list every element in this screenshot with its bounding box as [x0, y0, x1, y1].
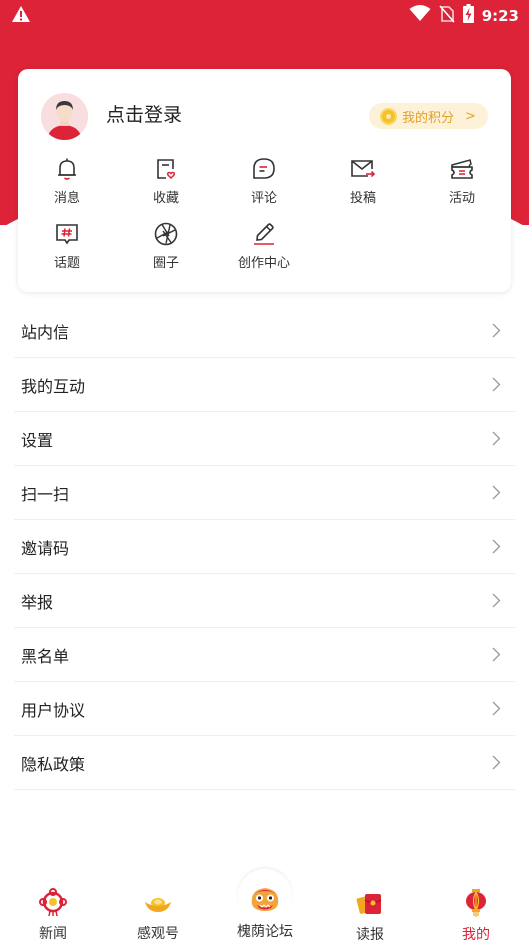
chevron-right-icon: [492, 539, 501, 558]
menu-item-user-agreement[interactable]: 用户协议: [14, 682, 515, 736]
no-sim-icon: [439, 4, 455, 27]
nav-label: 感观号: [137, 926, 179, 940]
avatar[interactable]: [41, 93, 88, 140]
menu-item-label: 用户协议: [21, 700, 86, 720]
chinese-knot-icon: [38, 888, 68, 920]
profile-card: 点击登录 我的积分 > 消息 收藏 评论 投稿 活动 话题 圈子 创作中心: [18, 69, 511, 292]
quick-action-events[interactable]: 活动: [427, 156, 497, 212]
menu-item-blacklist[interactable]: 黑名单: [14, 628, 515, 682]
chevron-right-icon: [492, 701, 501, 720]
menu-item-label: 隐私政策: [21, 754, 86, 774]
quick-action-topics[interactable]: 话题: [32, 221, 102, 277]
chevron-right-icon: [492, 647, 501, 666]
profile-screen: 9:23 点击登录 我的积分 > 消息 收藏 评论 投稿 活动 话题 圈子 创作…: [0, 0, 529, 940]
menu-item-privacy-policy[interactable]: 隐私政策: [14, 736, 515, 790]
gold-ingot-icon: [143, 892, 173, 920]
quick-action-creator-center[interactable]: 创作中心: [229, 221, 299, 277]
points-arrow: >: [465, 108, 476, 124]
status-time: 9:23: [481, 6, 519, 25]
aperture-icon: [153, 221, 179, 247]
menu-item-my-interactions[interactable]: 我的互动: [14, 358, 515, 412]
quick-action-label: 圈子: [152, 256, 179, 271]
ticket-icon: [449, 156, 475, 182]
chevron-right-icon: [492, 755, 501, 774]
comment-icon: [251, 156, 277, 182]
battery-charging-icon: [462, 4, 474, 27]
menu-item-report[interactable]: 举报: [14, 574, 515, 628]
nav-tab-mine[interactable]: 我的: [431, 888, 521, 940]
nav-tab-newspaper[interactable]: 读报: [325, 891, 415, 940]
chevron-right-icon: [492, 377, 501, 396]
quick-action-label: 消息: [53, 191, 80, 206]
mail-send-icon: [350, 156, 376, 182]
menu-item-label: 我的互动: [21, 376, 86, 396]
status-bar: 9:23: [0, 0, 529, 30]
nav-label: 读报: [356, 927, 384, 940]
menu-item-settings[interactable]: 设置: [14, 412, 515, 466]
quick-action-comments[interactable]: 评论: [229, 156, 299, 212]
quick-action-messages[interactable]: 消息: [32, 156, 102, 212]
quick-action-label: 评论: [250, 191, 277, 206]
menu-item-label: 黑名单: [21, 646, 70, 666]
quick-action-favorites[interactable]: 收藏: [131, 156, 201, 212]
nav-label: 新闻: [39, 926, 67, 940]
pencil-icon: [251, 221, 277, 247]
menu-item-label: 举报: [21, 592, 54, 612]
chevron-right-icon: [492, 323, 501, 342]
points-label: 我的积分: [402, 110, 455, 126]
menu-item-label: 扫一扫: [21, 484, 70, 504]
quick-action-label: 活动: [448, 191, 475, 206]
nav-tab-ganguan[interactable]: 感观号: [113, 892, 203, 940]
menu-item-label: 站内信: [21, 322, 70, 342]
coin-icon: [380, 107, 397, 125]
chevron-right-icon: [492, 431, 501, 450]
menu-item-invite-code[interactable]: 邀请码: [14, 520, 515, 574]
bell-icon: [54, 156, 80, 182]
wifi-icon: [409, 5, 431, 26]
lion-dance-icon: [248, 884, 282, 918]
chevron-right-icon: [492, 485, 501, 504]
hashtag-icon: [54, 221, 80, 247]
menu-item-label: 设置: [21, 430, 54, 450]
quick-action-circles[interactable]: 圈子: [131, 221, 201, 277]
menu-item-label: 邀请码: [21, 538, 70, 558]
bottom-nav: 新闻 感观号 槐荫论坛 读报 我的: [0, 868, 529, 940]
nav-label: 我的: [462, 927, 490, 940]
favorite-doc-icon: [153, 156, 179, 182]
settings-menu: 站内信 我的互动 设置 扫一扫 邀请码 举报 黑名单 用户协议 隐私政策: [0, 304, 529, 790]
nav-tab-forum[interactable]: 槐荫论坛: [220, 884, 310, 940]
nav-label: 槐荫论坛: [237, 924, 293, 940]
quick-action-label: 收藏: [152, 191, 179, 206]
lantern-icon: [462, 888, 490, 921]
nav-tab-news[interactable]: 新闻: [8, 888, 98, 940]
warning-icon: [11, 5, 31, 27]
quick-action-label: 话题: [53, 256, 80, 271]
quick-action-label: 创作中心: [237, 256, 290, 271]
quick-action-submit[interactable]: 投稿: [328, 156, 398, 212]
chevron-right-icon: [492, 593, 501, 612]
login-link[interactable]: 点击登录: [106, 100, 182, 127]
quick-action-label: 投稿: [349, 191, 376, 206]
points-button[interactable]: 我的积分 >: [369, 103, 488, 129]
menu-item-inbox[interactable]: 站内信: [14, 304, 515, 358]
menu-item-scan[interactable]: 扫一扫: [14, 466, 515, 520]
red-envelope-icon: [355, 891, 385, 921]
